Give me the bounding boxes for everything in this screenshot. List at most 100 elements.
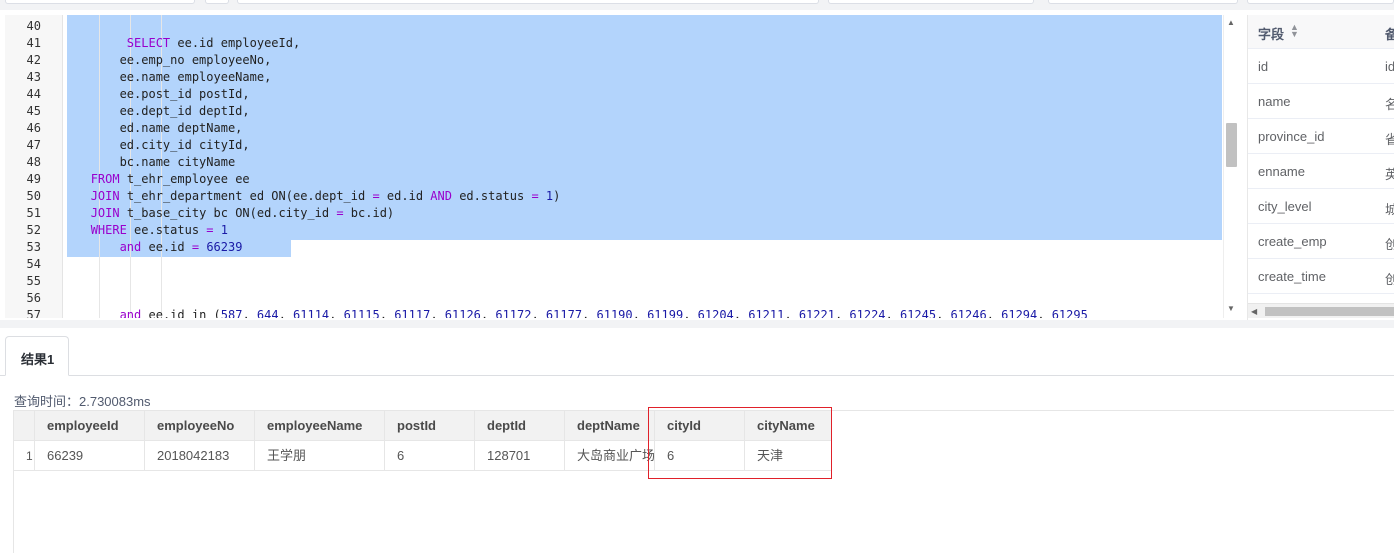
code-line[interactable]: and ee.id in (587, 644, 61114, 61115, 61… bbox=[69, 307, 1088, 318]
table-cell[interactable]: 大岛商业广场 bbox=[565, 441, 655, 471]
schema-row[interactable]: id id bbox=[1248, 49, 1394, 84]
number-token: 66239 bbox=[206, 240, 243, 254]
number-token: 61115 bbox=[343, 308, 380, 318]
code-token: = bbox=[372, 189, 380, 203]
table-row[interactable]: 1 66239 2018042183 王学朋 6 128701 大岛商业广场 6 天津 bbox=[14, 441, 832, 471]
toolbar-field[interactable] bbox=[237, 0, 819, 4]
code-token: ed.status bbox=[451, 189, 532, 203]
column-header[interactable]: employeeId bbox=[35, 411, 145, 441]
line-number: 55 bbox=[26, 274, 41, 288]
column-header[interactable]: deptName bbox=[565, 411, 655, 441]
code-token: , bbox=[430, 308, 445, 318]
keyword-token: AND bbox=[430, 189, 452, 203]
schema-horizontal-scrollbar[interactable]: ◀ bbox=[1248, 303, 1394, 318]
grid-header: employeeId employeeNo employeeName postId de… bbox=[14, 411, 832, 441]
panel-splitter[interactable] bbox=[0, 320, 1394, 328]
tab-result-1[interactable]: 结果1 bbox=[5, 336, 69, 376]
sort-icon[interactable]: ▲ ▼ bbox=[1290, 23, 1299, 39]
line-number: 51 bbox=[26, 206, 41, 220]
schema-row[interactable]: city_level 城 bbox=[1248, 189, 1394, 224]
line-number: 43 bbox=[26, 70, 41, 84]
code-token: , bbox=[784, 308, 799, 318]
column-header[interactable]: postId bbox=[385, 411, 475, 441]
code-token: ed.city_id cityId, bbox=[69, 138, 250, 152]
table-schema-panel: 字段 ▲▼ 备 id id name 名 province_id 省 enname 英 city… bbox=[1247, 15, 1394, 320]
line-number: 46 bbox=[26, 121, 41, 135]
line-number: 57 bbox=[26, 308, 41, 318]
number-token: 587 bbox=[220, 308, 243, 318]
scrollbar-thumb[interactable] bbox=[1226, 123, 1237, 167]
code-line[interactable]: and ee.id = 66239 bbox=[69, 239, 243, 256]
schema-row[interactable]: name 名 bbox=[1248, 84, 1394, 119]
code-line[interactable]: JOIN t_base_city bc ON(ed.city_id = bc.i… bbox=[69, 205, 394, 222]
code-line[interactable]: ed.name deptName, bbox=[69, 120, 243, 137]
code-line[interactable]: bc.name cityName bbox=[69, 154, 236, 171]
field-column-header[interactable]: 字段 bbox=[1258, 24, 1284, 43]
code-line[interactable]: JOIN t_ehr_department ed ON(ee.dept_id =… bbox=[69, 188, 561, 205]
scrollbar-thumb[interactable] bbox=[1265, 307, 1394, 316]
table-cell[interactable]: 128701 bbox=[475, 441, 565, 471]
code-token: , bbox=[834, 308, 850, 318]
number-token: 61245 bbox=[899, 308, 937, 318]
code-token: , bbox=[242, 308, 257, 318]
line-number: 53 bbox=[26, 240, 41, 254]
table-cell[interactable]: 66239 bbox=[35, 441, 145, 471]
table-cell[interactable]: 王学朋 bbox=[255, 441, 385, 471]
code-token: bc.id) bbox=[343, 206, 395, 220]
number-token: 644 bbox=[256, 308, 279, 318]
result-grid[interactable]: employeeId employeeNo employeeName postId de… bbox=[13, 410, 1394, 553]
schema-row[interactable]: create_time 创 bbox=[1248, 259, 1394, 294]
column-header[interactable]: deptId bbox=[475, 411, 565, 441]
table-cell[interactable]: 天津 bbox=[745, 441, 832, 471]
scroll-up-icon[interactable]: ▲ bbox=[1227, 19, 1235, 27]
code-token: t_ehr_employee ee bbox=[119, 172, 250, 186]
code-line[interactable]: ed.city_id cityId, bbox=[69, 137, 250, 154]
code-token: ee.post_id postId, bbox=[69, 87, 250, 101]
field-name: create_time bbox=[1258, 269, 1326, 284]
number-token: 61246 bbox=[950, 308, 987, 318]
toolbar-field[interactable] bbox=[828, 0, 1034, 4]
code-line[interactable]: ee.dept_id deptId, bbox=[69, 103, 250, 120]
column-header[interactable]: employeeNo bbox=[145, 411, 255, 441]
editor-vertical-scrollbar[interactable]: ▲ ▼ bbox=[1223, 15, 1238, 318]
scroll-down-icon[interactable]: ▼ bbox=[1227, 305, 1235, 313]
code-line[interactable]: ee.name employeeName, bbox=[69, 69, 272, 86]
code-line[interactable]: ee.emp_no employeeNo, bbox=[69, 52, 272, 69]
sql-editor[interactable]: 40 41 42 43 44 45 46 47 48 49 50 51 52 53 54 55 56 57 SEL… bbox=[5, 15, 1238, 318]
table-cell[interactable]: 2018042183 bbox=[145, 441, 255, 471]
toolbar-field[interactable] bbox=[1247, 0, 1394, 4]
tab-label: 结果1 bbox=[21, 352, 55, 367]
number-token: 61114 bbox=[293, 308, 330, 318]
table-cell[interactable]: 6 bbox=[655, 441, 745, 471]
line-number: 47 bbox=[26, 138, 41, 152]
code-token: ) bbox=[553, 189, 561, 203]
number-token: 61177 bbox=[545, 308, 583, 318]
code-line[interactable]: ee.post_id postId, bbox=[69, 86, 250, 103]
schema-row[interactable]: enname 英 bbox=[1248, 154, 1394, 189]
code-line[interactable]: FROM t_ehr_employee ee bbox=[69, 171, 250, 188]
column-header[interactable]: employeeName bbox=[255, 411, 385, 441]
schema-row[interactable]: province_id 省 bbox=[1248, 119, 1394, 154]
column-header[interactable]: cityId bbox=[655, 411, 745, 441]
toolbar-field[interactable] bbox=[1048, 0, 1238, 4]
toolbar-field[interactable] bbox=[5, 0, 195, 4]
comment-column-header: 备 bbox=[1385, 24, 1394, 43]
column-header[interactable]: cityName bbox=[745, 411, 832, 441]
field-name: id bbox=[1258, 59, 1269, 74]
toolbar-field[interactable] bbox=[205, 0, 229, 4]
number-token: 1 bbox=[220, 223, 228, 237]
scroll-left-icon[interactable]: ◀ bbox=[1251, 307, 1257, 316]
code-token: = bbox=[206, 223, 214, 237]
code-line[interactable]: SELECT ee.id employeeId, bbox=[69, 35, 300, 52]
schema-row[interactable]: create_emp 创 bbox=[1248, 224, 1394, 259]
number-token: 61211 bbox=[748, 308, 785, 318]
keyword-token: WHERE bbox=[90, 223, 127, 237]
field-name: city_level bbox=[1258, 199, 1312, 214]
keyword-token: JOIN bbox=[90, 189, 120, 203]
code-line[interactable]: WHERE ee.status = 1 bbox=[69, 222, 228, 239]
line-number: 45 bbox=[26, 104, 41, 118]
table-cell[interactable]: 6 bbox=[385, 441, 475, 471]
code-token: , bbox=[936, 308, 951, 318]
